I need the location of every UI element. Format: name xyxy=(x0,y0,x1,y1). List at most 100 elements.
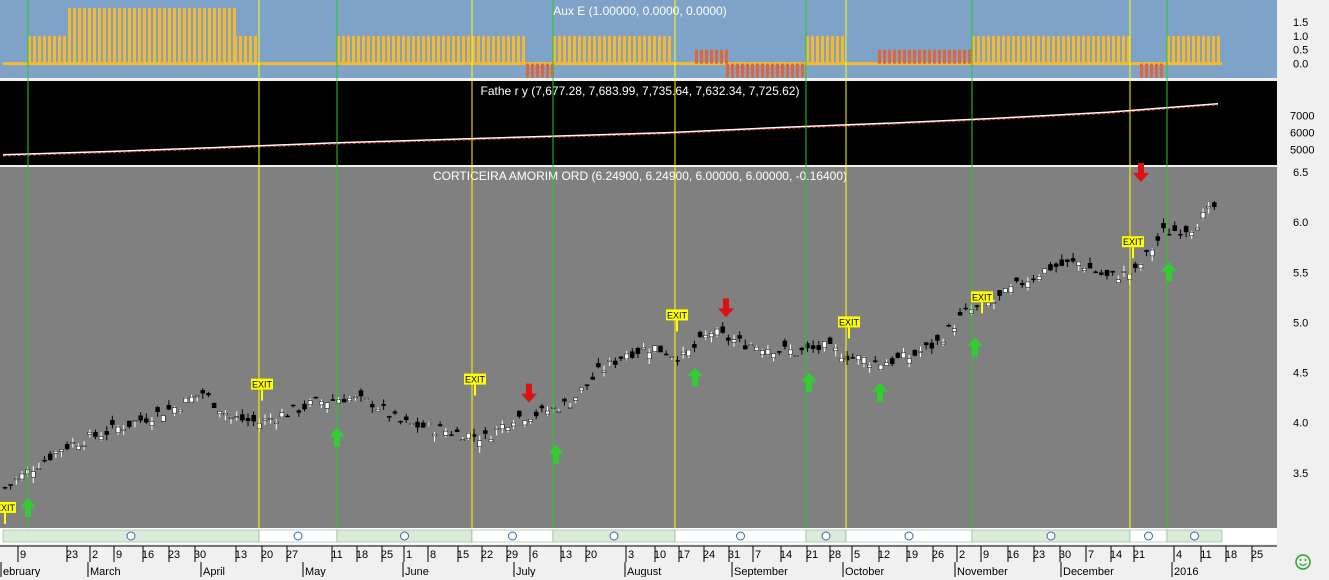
x-day-label: 21 xyxy=(1133,549,1145,561)
x-day-label: 10 xyxy=(654,549,666,561)
x-month-label: 2016 xyxy=(1174,566,1198,577)
candle xyxy=(986,302,991,307)
aux-bar xyxy=(234,35,237,64)
main-panel-bg xyxy=(0,167,1277,528)
aux-bar xyxy=(776,63,779,78)
candle xyxy=(420,422,426,428)
candle xyxy=(31,471,36,478)
candle xyxy=(584,384,590,386)
chart-window: Aux E (1.00000, 0.0000, 0.0000) Fathe r … xyxy=(0,0,1329,578)
candle xyxy=(573,397,579,401)
candle xyxy=(437,424,443,427)
candle xyxy=(630,351,635,358)
candle xyxy=(1206,206,1211,209)
candle xyxy=(127,420,132,427)
aux-bar xyxy=(726,63,729,78)
candle xyxy=(731,339,737,343)
aux-bar xyxy=(977,35,980,64)
aux-bar xyxy=(638,35,641,64)
aux-bar xyxy=(766,63,769,78)
aux-bar xyxy=(1042,35,1045,64)
x-day-label: 20 xyxy=(261,549,273,561)
candle xyxy=(409,423,415,426)
candle xyxy=(64,444,70,450)
x-day-label: 11 xyxy=(1200,549,1211,561)
aux-bar xyxy=(43,35,46,64)
x-day-label: 5 xyxy=(854,549,860,561)
aux-bar xyxy=(888,49,891,64)
candle xyxy=(901,352,906,359)
aux-bar xyxy=(108,8,111,64)
aux-bar xyxy=(462,35,465,64)
x-month-label: July xyxy=(516,566,536,577)
chart-canvas[interactable]: Aux E (1.00000, 0.0000, 0.0000) Fathe r … xyxy=(0,0,1329,578)
x-day-label: 30 xyxy=(194,549,206,561)
father-y-tick: 5000 xyxy=(1290,144,1314,156)
candle xyxy=(155,407,160,413)
candle xyxy=(641,347,646,350)
aux-bar xyxy=(836,35,839,64)
candle xyxy=(364,397,369,400)
candle xyxy=(121,428,126,431)
x-day-label: 4 xyxy=(1176,549,1182,561)
candle xyxy=(624,353,629,360)
aux-bar xyxy=(153,8,156,64)
aux-bar xyxy=(183,8,186,64)
aux-bar xyxy=(347,35,350,64)
aux-bar xyxy=(705,49,708,64)
candle xyxy=(912,350,918,356)
aux-bar xyxy=(893,49,896,64)
candle xyxy=(1104,270,1110,276)
aux-bar xyxy=(987,35,990,64)
candle xyxy=(460,439,465,442)
aux-bar xyxy=(741,63,744,78)
aux-bar xyxy=(38,35,41,64)
x-day-label: 9 xyxy=(20,549,26,561)
aux-bar xyxy=(1072,35,1075,64)
main-y-tick: 5.5 xyxy=(1293,267,1308,279)
x-day-label: 28 xyxy=(829,549,841,561)
aux-bar xyxy=(1202,35,1205,64)
candle xyxy=(1121,271,1127,273)
candle xyxy=(313,396,319,399)
x-day-label: 23 xyxy=(168,549,180,561)
candle xyxy=(545,410,550,415)
aux-bar xyxy=(746,63,749,78)
candle xyxy=(833,347,838,351)
candle xyxy=(381,403,386,406)
aux-bar xyxy=(362,35,365,64)
candle xyxy=(1195,227,1200,231)
x-day-label: 22 xyxy=(481,549,493,561)
aux-bar xyxy=(367,35,370,64)
x-day-label: 25 xyxy=(381,549,393,561)
candle xyxy=(743,345,748,350)
candle xyxy=(957,312,963,316)
aux-bar xyxy=(1122,35,1125,64)
candle xyxy=(1183,226,1189,233)
x-day-label: 9 xyxy=(116,549,122,561)
candle xyxy=(607,359,612,362)
x-day-label: 27 xyxy=(286,549,298,561)
candle xyxy=(370,404,375,408)
aux-bar xyxy=(695,49,698,64)
aux-bar xyxy=(497,35,500,64)
candle xyxy=(347,397,352,402)
aux-bar xyxy=(412,35,415,64)
smiley-icon xyxy=(904,531,914,541)
aux-bar xyxy=(1002,35,1005,64)
candle xyxy=(776,351,782,353)
x-day-label: 23 xyxy=(66,549,78,561)
candle xyxy=(1172,225,1178,231)
aux-bar xyxy=(633,35,636,64)
candle xyxy=(449,434,454,436)
aux-bar xyxy=(507,35,510,64)
candle xyxy=(1059,259,1065,266)
aux-bar xyxy=(203,8,206,64)
candle xyxy=(867,364,872,368)
smiley-icon[interactable] xyxy=(1295,554,1311,570)
candle xyxy=(918,351,923,353)
aux-bar xyxy=(668,35,671,64)
candle xyxy=(1082,268,1087,271)
candle xyxy=(1093,271,1098,274)
candle xyxy=(822,341,827,348)
